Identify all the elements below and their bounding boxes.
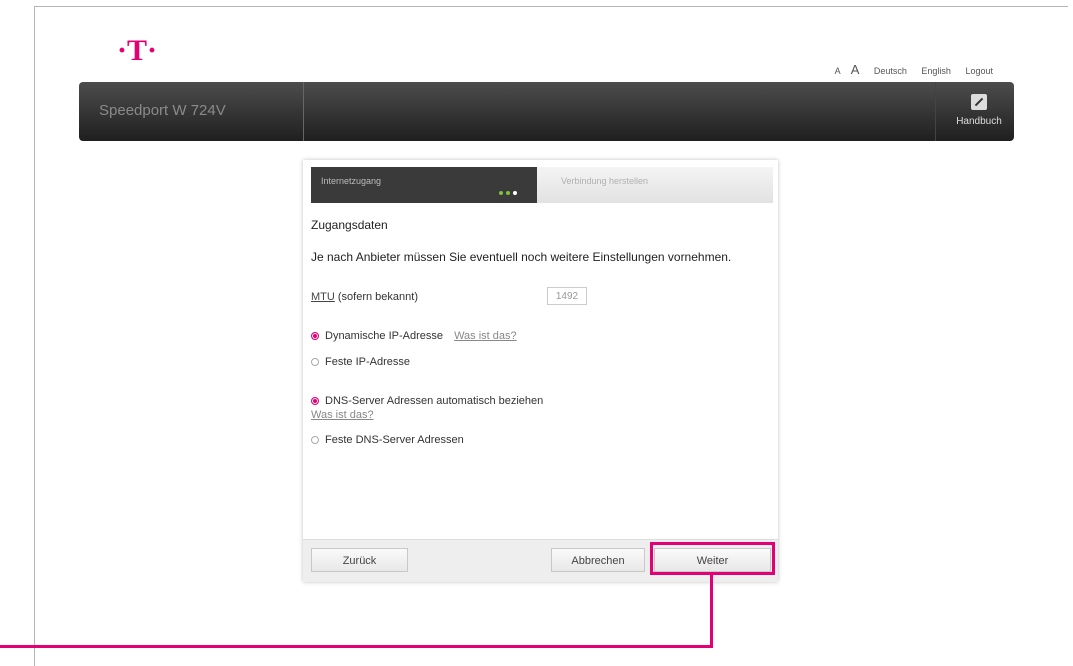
radio-selected-icon xyxy=(311,332,319,340)
radio-dns-static[interactable]: Feste DNS-Server Adressen xyxy=(311,434,464,446)
telekom-logo: ·T· xyxy=(115,34,160,67)
top-links: A A Deutsch English Logout xyxy=(823,62,993,77)
step-internetzugang: Internetzugang xyxy=(311,167,549,203)
product-name: Speedport W 724V xyxy=(99,102,226,119)
header-bar: Speedport W 724V Handbuch xyxy=(79,82,1014,141)
radio-static-ip[interactable]: Feste IP-Adresse xyxy=(311,356,410,368)
wizard-steps: Internetzugang Verbindung herstellen xyxy=(311,167,773,203)
step-internetzugang-label: Internetzugang xyxy=(321,176,382,186)
mtu-label-rest: (sofern bekannt) xyxy=(334,291,418,303)
wizard-footer: Zurück Abbrechen Weiter xyxy=(303,539,778,582)
wrench-icon xyxy=(971,94,987,110)
language-english-link[interactable]: English xyxy=(921,66,951,76)
back-button[interactable]: Zurück xyxy=(311,548,408,572)
help-link-ip[interactable]: Was ist das? xyxy=(454,330,517,342)
help-link-dns-row: Was ist das? xyxy=(311,409,374,421)
radio-unselected-icon xyxy=(311,436,319,444)
next-button[interactable]: Weiter xyxy=(654,548,771,572)
radio-dynamic-ip[interactable]: Dynamische IP-Adresse Was ist das? xyxy=(311,330,517,342)
radio-dynamic-ip-label: Dynamische IP-Adresse xyxy=(325,330,443,342)
radio-dns-auto[interactable]: DNS-Server Adressen automatisch beziehen xyxy=(311,395,543,407)
cancel-button[interactable]: Abbrechen xyxy=(551,548,645,572)
setup-wizard-panel: Internetzugang Verbindung herstellen Zug… xyxy=(303,160,778,582)
logout-link[interactable]: Logout xyxy=(965,66,993,76)
handbook-button[interactable]: Handbuch xyxy=(944,82,1014,141)
intro-text: Je nach Anbieter müssen Sie eventuell no… xyxy=(311,250,732,264)
callout-line-vertical xyxy=(710,575,713,648)
radio-unselected-icon xyxy=(311,358,319,366)
help-link-dns[interactable]: Was ist das? xyxy=(311,409,374,421)
header-divider xyxy=(303,82,304,141)
progress-dots xyxy=(496,187,517,197)
brand-dot-line xyxy=(86,51,1008,57)
section-title: Zugangsdaten xyxy=(311,218,388,232)
mtu-abbr: MTU xyxy=(311,291,335,303)
mtu-input[interactable] xyxy=(547,287,587,305)
header-divider-right xyxy=(935,82,936,141)
step-verbindung-herstellen: Verbindung herstellen xyxy=(537,167,773,203)
radio-dns-static-label: Feste DNS-Server Adressen xyxy=(325,434,464,446)
language-deutsch-link[interactable]: Deutsch xyxy=(874,66,907,76)
handbook-label: Handbuch xyxy=(956,116,1002,127)
radio-dns-auto-label: DNS-Server Adressen automatisch beziehen xyxy=(325,395,544,407)
callout-line-horizontal xyxy=(0,645,713,648)
mtu-label: MTU (sofern bekannt) xyxy=(311,291,418,303)
radio-selected-icon xyxy=(311,397,319,405)
radio-static-ip-label: Feste IP-Adresse xyxy=(325,356,410,368)
font-size-small-button[interactable]: A xyxy=(835,66,841,76)
font-size-large-button[interactable]: A xyxy=(851,62,860,77)
